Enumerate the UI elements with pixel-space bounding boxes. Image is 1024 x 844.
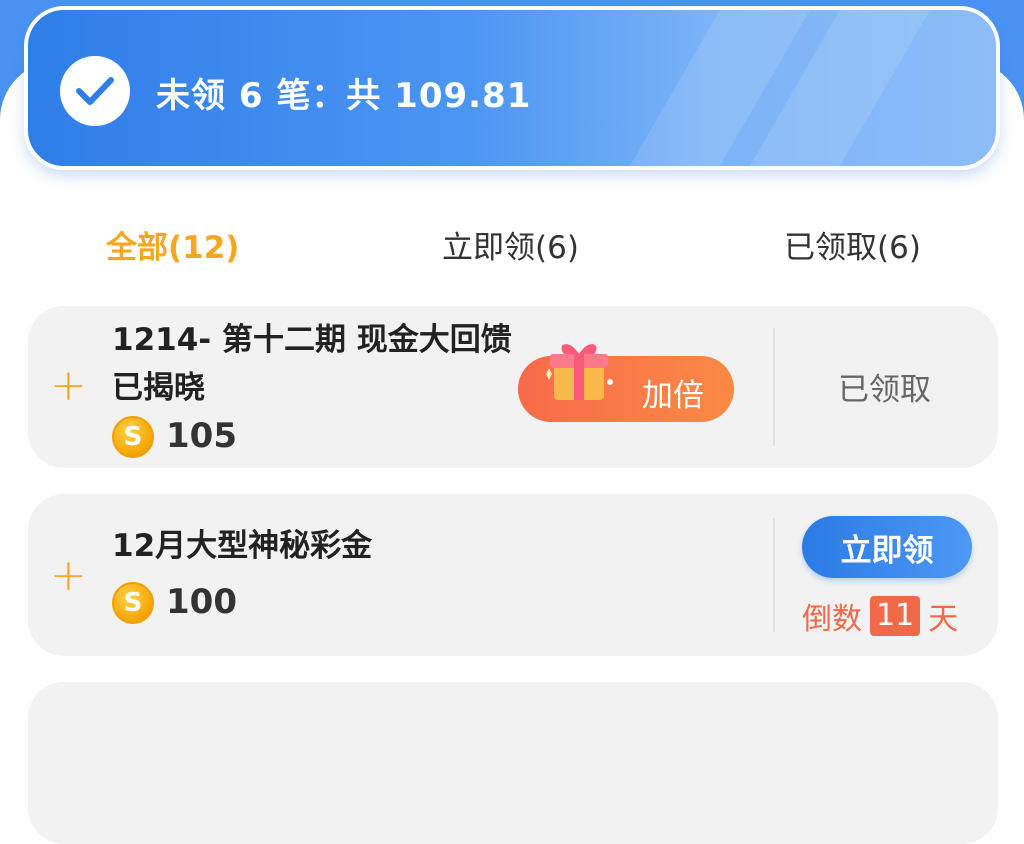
- card-divider: [773, 328, 775, 446]
- claim-now-button[interactable]: 立即领: [802, 516, 972, 578]
- reward-card: + 12月大型神秘彩金 S 100 立即领 倒数 11 天: [28, 494, 998, 656]
- countdown: 倒数 11 天: [802, 594, 958, 638]
- check-icon: [60, 56, 130, 126]
- tab-claimed[interactable]: 已领取(6): [784, 222, 921, 267]
- filter-tabs: 全部(12) 立即领(6) 已领取(6): [0, 222, 1024, 268]
- plus-icon[interactable]: +: [50, 364, 87, 408]
- reward-card: + 1214- 第十二期 现金大回馈 已揭晓 S 105 加倍 已领取: [28, 306, 998, 468]
- tab-all[interactable]: 全部(12): [106, 222, 239, 267]
- reward-title: 12月大型神秘彩金: [112, 528, 373, 564]
- tab-claim-now[interactable]: 立即领(6): [442, 222, 579, 267]
- unclaimed-summary: 未领 6 笔：共 109.81: [156, 76, 532, 116]
- summary-banner: 未领 6 笔：共 109.81: [24, 6, 1000, 170]
- coin-icon: S: [112, 416, 154, 458]
- plus-icon[interactable]: +: [50, 554, 87, 598]
- reward-amount: 105: [166, 416, 237, 456]
- double-label: 加倍: [642, 378, 704, 414]
- card-divider: [773, 518, 775, 632]
- reward-title: 1214- 第十二期 现金大回馈 已揭晓: [112, 322, 512, 406]
- countdown-prefix: 倒数: [802, 602, 862, 637]
- double-button[interactable]: 加倍: [518, 344, 734, 422]
- claimed-status: 已领取: [838, 372, 931, 408]
- reward-card: [28, 682, 998, 844]
- countdown-days: 11: [870, 596, 921, 636]
- countdown-suffix: 天: [928, 602, 959, 637]
- gift-icon: [546, 344, 613, 400]
- reward-amount: 100: [166, 582, 237, 622]
- coin-icon: S: [112, 582, 154, 624]
